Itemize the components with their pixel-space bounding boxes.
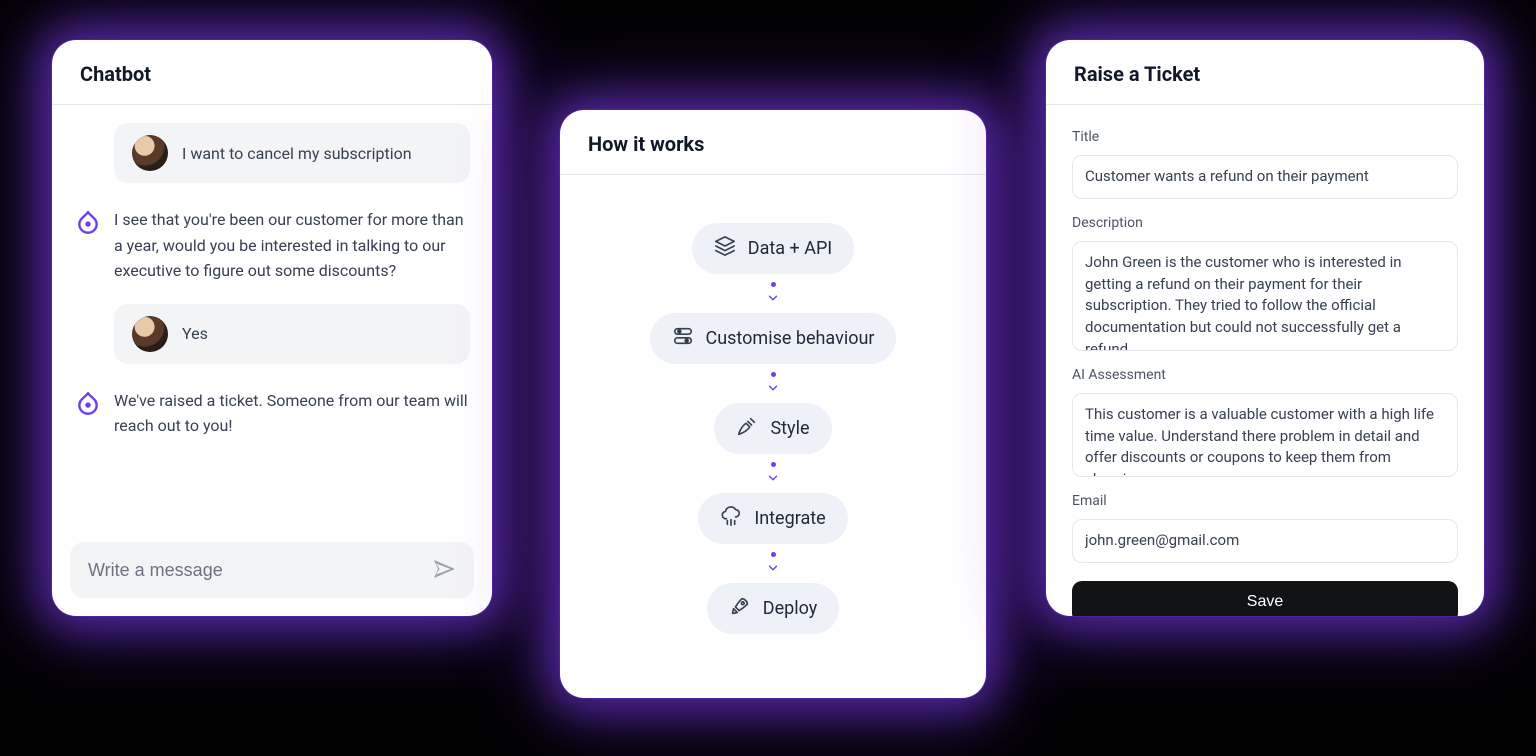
- how-it-works-title: How it works: [560, 110, 986, 175]
- assessment-field[interactable]: This customer is a valuable customer wit…: [1072, 393, 1458, 477]
- chevron-down-icon: [766, 561, 780, 575]
- bot-message: We've raised a ticket. Someone from our …: [74, 388, 470, 439]
- description-field[interactable]: John Green is the customer who is intere…: [1072, 241, 1458, 351]
- chat-body: I want to cancel my subscription I see t…: [52, 105, 492, 542]
- chevron-down-icon: [766, 471, 780, 485]
- ticket-card: Raise a Ticket Title Description John Gr…: [1046, 40, 1484, 616]
- avatar: [132, 135, 168, 171]
- step-label: Deploy: [763, 598, 818, 619]
- connector: [766, 552, 780, 575]
- step-integrate: Integrate: [698, 493, 847, 544]
- bot-icon: [74, 209, 102, 237]
- ticket-title: Raise a Ticket: [1046, 40, 1484, 105]
- title-field[interactable]: [1072, 155, 1458, 199]
- step-customise: Customise behaviour: [650, 313, 897, 364]
- layers-icon: [714, 235, 736, 262]
- step-label: Style: [770, 418, 809, 439]
- user-message-text: I want to cancel my subscription: [182, 144, 412, 163]
- bot-message: I see that you're been our customer for …: [74, 207, 470, 284]
- bot-message-text: I see that you're been our customer for …: [114, 207, 470, 284]
- user-message-text: Yes: [182, 324, 208, 343]
- bot-icon: [74, 390, 102, 418]
- chat-input-container: [70, 542, 474, 598]
- connector: [766, 462, 780, 485]
- pen-icon: [736, 415, 758, 442]
- step-deploy: Deploy: [707, 583, 840, 634]
- cloud-icon: [720, 505, 742, 532]
- bot-message-text: We've raised a ticket. Someone from our …: [114, 388, 470, 439]
- chatbot-card: Chatbot I want to cancel my subscription…: [52, 40, 492, 616]
- email-field[interactable]: [1072, 519, 1458, 563]
- email-label: Email: [1072, 493, 1458, 509]
- how-it-works-body: Data + API Customise behaviour S: [560, 175, 986, 698]
- description-label: Description: [1072, 215, 1458, 231]
- send-button[interactable]: [430, 556, 458, 584]
- title-label: Title: [1072, 129, 1458, 145]
- send-icon: [432, 557, 456, 584]
- chat-input[interactable]: [86, 559, 420, 582]
- step-data-api: Data + API: [692, 223, 854, 274]
- avatar: [132, 316, 168, 352]
- chevron-down-icon: [766, 381, 780, 395]
- ticket-form: Title Description John Green is the cust…: [1046, 105, 1484, 616]
- user-message: Yes: [114, 304, 470, 364]
- connector: [766, 282, 780, 305]
- step-style: Style: [714, 403, 831, 454]
- rocket-icon: [729, 595, 751, 622]
- step-label: Data + API: [748, 238, 832, 259]
- connector: [766, 372, 780, 395]
- user-message: I want to cancel my subscription: [114, 123, 470, 183]
- step-label: Integrate: [754, 508, 825, 529]
- chatbot-title: Chatbot: [52, 40, 492, 105]
- sliders-icon: [672, 325, 694, 352]
- assessment-label: AI Assessment: [1072, 367, 1458, 383]
- chevron-down-icon: [766, 291, 780, 305]
- save-button[interactable]: Save: [1072, 581, 1458, 617]
- step-label: Customise behaviour: [706, 328, 875, 349]
- how-it-works-card: How it works Data + API Customise behavi…: [560, 110, 986, 698]
